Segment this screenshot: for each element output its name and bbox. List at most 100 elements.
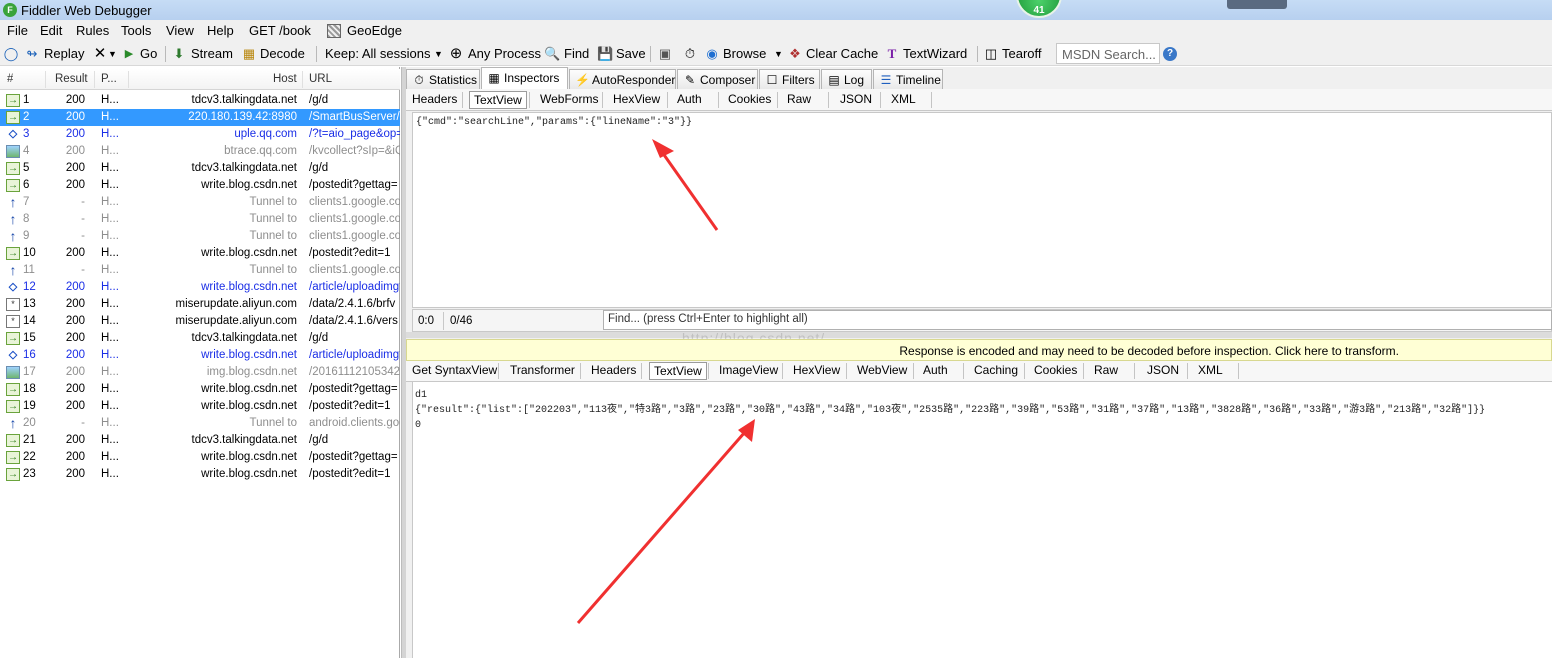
session-row[interactable]: ↑ 8 - H... Tunnel to clients1.google.com xyxy=(0,211,401,228)
session-row[interactable]: ↑ 20 - H... Tunnel to android.clients.goo xyxy=(0,415,401,432)
session-row[interactable]: → 18 200 H... write.blog.csdn.net/postedit?g… xyxy=(0,381,400,398)
menu-file[interactable]: File xyxy=(7,23,28,38)
request-body-text[interactable]: {"cmd":"searchLine","params":{"lineName"… xyxy=(412,112,1552,308)
tearoff-button[interactable]: Tearoff xyxy=(1002,46,1042,61)
response-body-text[interactable]: d1 {"result":{"list":["202203","113夜","特… xyxy=(412,382,1552,658)
menu-get-book[interactable]: GET /book xyxy=(249,23,311,38)
help-icon[interactable]: ? xyxy=(1163,47,1177,61)
timer-icon[interactable]: ⏱ xyxy=(682,46,698,62)
session-row[interactable]: → 19 200 H... write.blog.csdn.net/postedit?e… xyxy=(0,398,400,415)
resp-tab-imageview[interactable]: ImageView xyxy=(715,362,782,380)
horizontal-splitter[interactable] xyxy=(406,332,1552,338)
tab-autoresponder[interactable]: ⚡ AutoResponder xyxy=(569,69,676,89)
resp-tab-cookies[interactable]: Cookies xyxy=(1030,362,1081,380)
resp-tab-transformer[interactable]: Transformer xyxy=(506,362,579,380)
tab-inspectors[interactable]: ▦ Inspectors xyxy=(481,67,568,89)
session-row[interactable]: ↑ 9 - H... Tunnel to clients1.google.com xyxy=(0,228,401,245)
find-button[interactable]: Find xyxy=(564,46,589,61)
req-tab-webforms[interactable]: WebForms xyxy=(536,91,602,109)
session-row[interactable]: → 15 200 H... tdcv3.talkingdata.net/g/d xyxy=(0,330,400,347)
remove-dropdown-icon[interactable]: ▼ xyxy=(108,49,117,59)
col-header-id[interactable]: # xyxy=(7,73,13,85)
menu-geoedge[interactable]: GeoEdge xyxy=(347,23,402,38)
session-row[interactable]: → 6 200 H... write.blog.csdn.net/postedit?ge… xyxy=(0,177,400,194)
save-button[interactable]: Save xyxy=(616,46,646,61)
keep-dropdown-icon[interactable]: ▼ xyxy=(434,49,443,59)
resp-tab-auth[interactable]: Auth xyxy=(919,362,952,380)
stream-button[interactable]: Stream xyxy=(191,46,233,61)
browse-button[interactable]: Browse xyxy=(723,46,766,61)
replay-button[interactable]: Replay xyxy=(44,46,84,61)
session-row[interactable]: → 1 200 H... tdcv3.talkingdata.net/g/d xyxy=(0,92,400,109)
resp-tab-syntaxview[interactable]: Get SyntaxView xyxy=(408,362,501,380)
menu-view[interactable]: View xyxy=(166,23,194,38)
resp-tab-json[interactable]: JSON xyxy=(1143,362,1183,380)
session-row[interactable]: ↑ 7 - H... Tunnel to clients1.google.com xyxy=(0,194,401,211)
session-row[interactable]: * 13 200 H... miserupdate.aliyun.com/data/2.… xyxy=(0,296,400,313)
session-row[interactable]: → 21 200 H... tdcv3.talkingdata.net/g/d xyxy=(0,432,400,449)
menu-rules[interactable]: Rules xyxy=(76,23,109,38)
tab-statistics[interactable]: ⏱ Statistics xyxy=(406,69,480,89)
tab-log[interactable]: ▤ Log xyxy=(821,69,872,89)
resp-tab-webview[interactable]: WebView xyxy=(853,362,911,380)
req-tab-hexview[interactable]: HexView xyxy=(609,91,664,109)
req-tab-textview[interactable]: TextView xyxy=(469,91,527,109)
column-divider[interactable] xyxy=(128,71,129,88)
req-tab-raw[interactable]: Raw xyxy=(783,91,815,109)
clear-cache-button[interactable]: Clear Cache xyxy=(806,46,878,61)
col-header-host[interactable]: Host xyxy=(273,73,297,85)
session-row[interactable]: ◇ 16 200 H... write.blog.csdn.net/article/up… xyxy=(0,347,400,364)
session-row[interactable]: * 14 200 H... miserupdate.aliyun.com/data/2.… xyxy=(0,313,400,330)
session-row[interactable]: 4 200 H... btrace.qq.com/kvcollect?sIp=&iQ xyxy=(0,143,400,160)
column-divider[interactable] xyxy=(45,71,46,88)
keep-sessions-dropdown[interactable]: Keep: All sessions xyxy=(325,46,431,61)
remove-icon[interactable]: ✕ xyxy=(92,46,108,62)
decode-warning-bar[interactable]: Response is encoded and may need to be d… xyxy=(406,339,1552,361)
col-header-url[interactable]: URL xyxy=(309,73,332,85)
column-divider[interactable] xyxy=(94,71,95,88)
req-tab-cookies[interactable]: Cookies xyxy=(724,91,775,109)
session-row[interactable]: → 22 200 H... write.blog.csdn.net/postedit?g… xyxy=(0,449,400,466)
resp-tab-textview[interactable]: TextView xyxy=(649,362,707,380)
req-tab-auth[interactable]: Auth xyxy=(673,91,706,109)
req-tab-xml[interactable]: XML xyxy=(887,91,920,109)
column-divider[interactable] xyxy=(302,71,303,88)
menu-help[interactable]: Help xyxy=(207,23,234,38)
browse-dropdown-icon[interactable]: ▼ xyxy=(774,49,783,59)
menu-tools[interactable]: Tools xyxy=(121,23,151,38)
request-find-input[interactable]: Find... (press Ctrl+Enter to highlight a… xyxy=(603,310,1552,330)
session-id: 5 xyxy=(23,162,30,174)
resp-tab-raw[interactable]: Raw xyxy=(1090,362,1122,380)
screenshot-icon[interactable]: ▣ xyxy=(657,46,673,62)
go-button[interactable]: Go xyxy=(140,46,157,61)
any-process-button[interactable]: Any Process xyxy=(468,46,541,61)
resp-tab-hexview[interactable]: HexView xyxy=(789,362,844,380)
msdn-search-input[interactable]: MSDN Search... xyxy=(1056,43,1160,64)
session-result: - xyxy=(81,213,85,225)
session-row[interactable]: → 2 200 H... 220.180.139.42:8980/SmartBusSer… xyxy=(0,109,400,126)
tab-filters[interactable]: ☐ Filters xyxy=(759,69,820,89)
session-row[interactable]: 17 200 H... img.blog.csdn.net/2016111210534… xyxy=(0,364,400,381)
req-tab-json[interactable]: JSON xyxy=(836,91,876,109)
crosshair-icon[interactable]: ⊕ xyxy=(448,46,464,62)
session-row[interactable]: ◇ 12 200 H... write.blog.csdn.net/article/up… xyxy=(0,279,400,296)
col-header-result[interactable]: Result xyxy=(55,73,88,85)
req-tab-headers[interactable]: Headers xyxy=(408,91,461,109)
session-list[interactable]: # Result P... Host URL → 1 200 H... tdcv3.ta… xyxy=(0,67,400,658)
comment-icon[interactable]: ◯ xyxy=(3,46,19,62)
session-row[interactable]: → 23 200 H... write.blog.csdn.net/postedit?e… xyxy=(0,466,400,483)
session-row[interactable]: ↑ 11 - H... Tunnel to clients1.google.com xyxy=(0,262,401,279)
decode-button[interactable]: Decode xyxy=(260,46,305,61)
session-row[interactable]: → 5 200 H... tdcv3.talkingdata.net/g/d xyxy=(0,160,400,177)
session-row[interactable]: → 10 200 H... write.blog.csdn.net/postedit?e… xyxy=(0,245,400,262)
tab-timeline[interactable]: ☰ Timeline xyxy=(873,69,943,89)
textwizard-button[interactable]: TextWizard xyxy=(903,46,967,61)
menu-edit[interactable]: Edit xyxy=(40,23,62,38)
resp-tab-caching[interactable]: Caching xyxy=(970,362,1022,380)
tab-composer[interactable]: ✎ Composer xyxy=(677,69,758,89)
resp-tab-xml[interactable]: XML xyxy=(1194,362,1227,380)
col-header-protocol[interactable]: P... xyxy=(101,73,117,85)
resp-tab-headers[interactable]: Headers xyxy=(587,362,640,380)
session-row[interactable]: ◇ 3 200 H... uple.qq.com /?t=aio_page&op= xyxy=(0,126,400,143)
notification-badge[interactable]: 41 xyxy=(1016,0,1062,18)
